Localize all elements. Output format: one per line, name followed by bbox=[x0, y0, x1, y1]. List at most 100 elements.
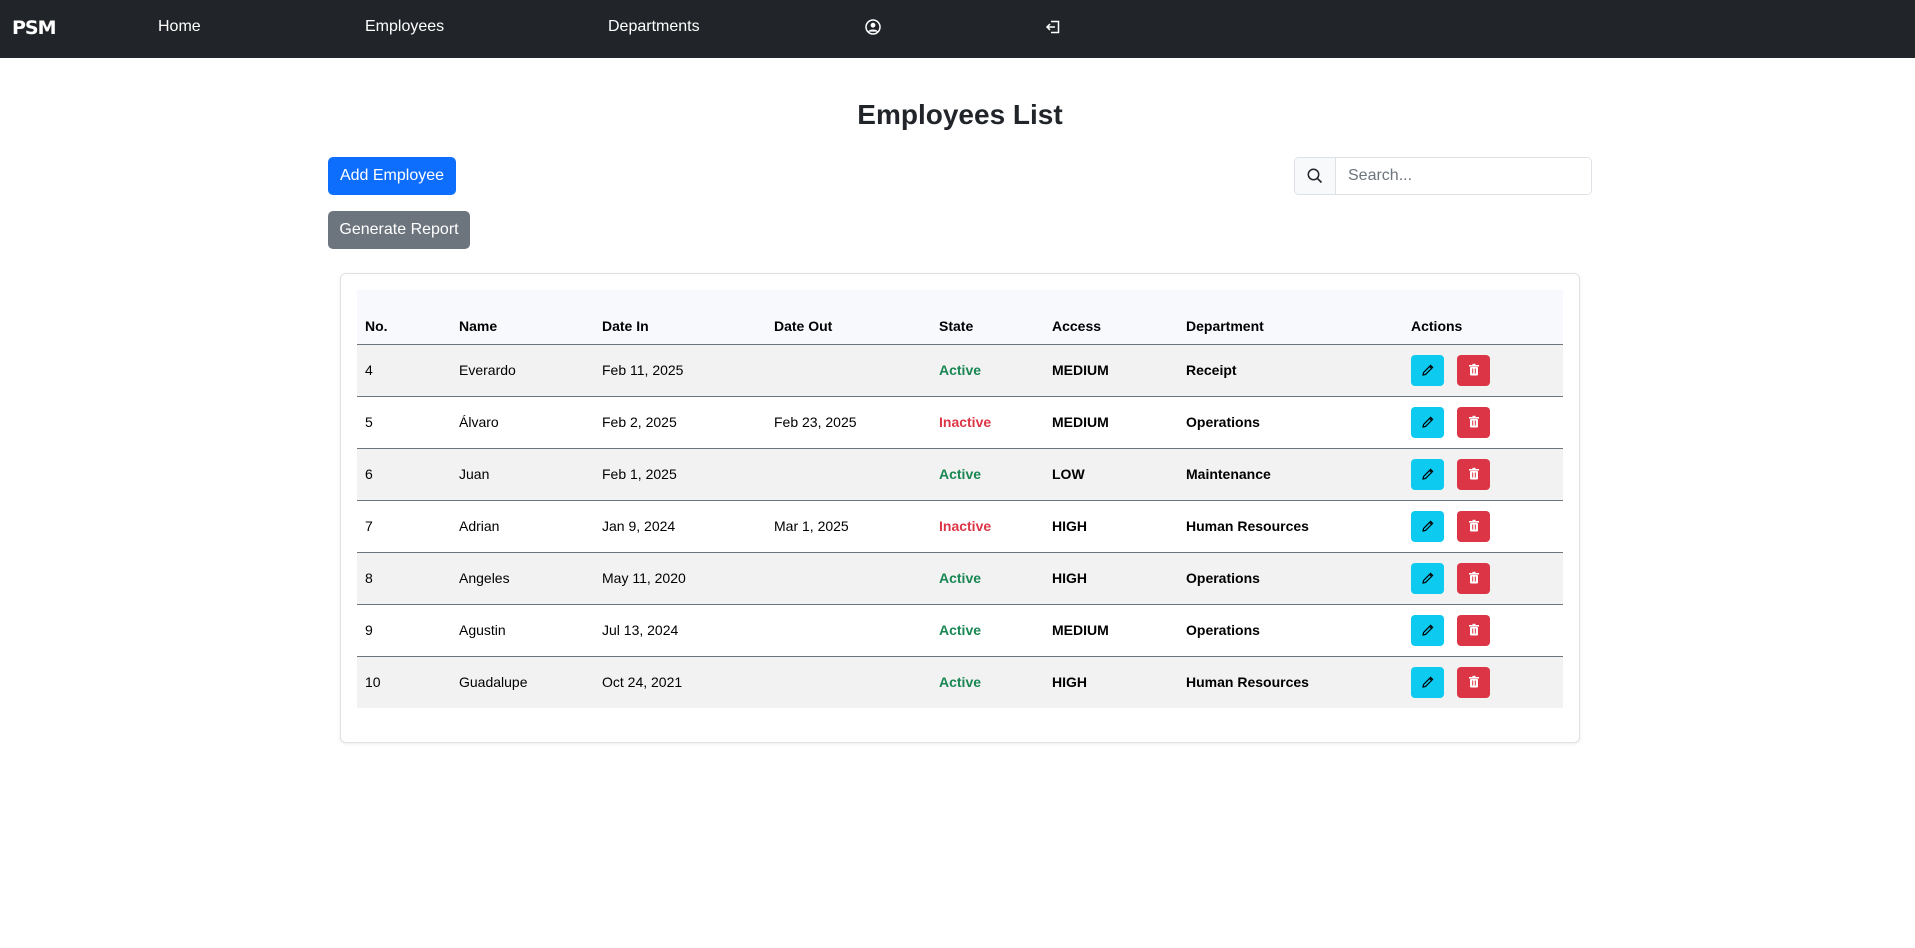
header-no: No. bbox=[357, 290, 451, 345]
top-navbar: PSM Home Employees Departments bbox=[0, 0, 1915, 58]
add-employee-button[interactable]: Add Employee bbox=[328, 157, 456, 195]
logout-icon[interactable] bbox=[1044, 18, 1062, 36]
cell-access: MEDIUM bbox=[1044, 396, 1178, 449]
delete-button[interactable] bbox=[1457, 458, 1490, 490]
cell-state: Active bbox=[939, 674, 982, 691]
cell-name: Angeles bbox=[451, 552, 594, 605]
cell-date-in: Feb 11, 2025 bbox=[594, 344, 766, 397]
cell-date-out bbox=[766, 448, 931, 501]
cell-actions bbox=[1403, 396, 1563, 449]
table-header-row: No. Name Date In Date Out State Access D… bbox=[357, 290, 1563, 345]
cell-name: Everardo bbox=[451, 344, 594, 397]
cell-no: 10 bbox=[365, 674, 381, 691]
cell-department: Operations bbox=[1178, 552, 1403, 605]
edit-button[interactable] bbox=[1411, 510, 1444, 542]
page-title: Employees List bbox=[857, 99, 1063, 130]
edit-button[interactable] bbox=[1411, 666, 1444, 698]
trash-icon bbox=[1467, 623, 1481, 637]
header-access: Access bbox=[1044, 290, 1178, 345]
cell-no: 5 bbox=[357, 396, 451, 449]
cell-date-out bbox=[766, 656, 931, 708]
cell-state: Active bbox=[931, 552, 1044, 605]
cell-department: Maintenance bbox=[1178, 448, 1403, 501]
employees-table: No. Name Date In Date Out State Access D… bbox=[357, 290, 1563, 708]
cell-department: Receipt bbox=[1178, 344, 1403, 397]
cell-access: HIGH bbox=[1044, 552, 1178, 605]
header-date-out: Date Out bbox=[766, 290, 931, 345]
header-date-in: Date In bbox=[594, 290, 766, 345]
cell-date-in: Feb 2, 2025 bbox=[594, 396, 766, 449]
trash-icon bbox=[1467, 519, 1481, 533]
trash-icon bbox=[1467, 467, 1481, 481]
cell-no: 4 bbox=[357, 344, 451, 397]
pencil-icon bbox=[1421, 415, 1435, 429]
cell-access: MEDIUM bbox=[1044, 604, 1178, 657]
search-icon bbox=[1295, 158, 1336, 194]
pencil-icon bbox=[1421, 363, 1435, 377]
cell-access: HIGH bbox=[1044, 500, 1178, 553]
nav-link-employees[interactable]: Employees bbox=[365, 18, 444, 36]
pencil-icon bbox=[1421, 519, 1435, 533]
trash-icon bbox=[1467, 675, 1481, 689]
pencil-icon bbox=[1421, 623, 1435, 637]
cell-name: Adrian bbox=[451, 500, 594, 553]
header-actions: Actions bbox=[1403, 290, 1563, 345]
employees-table-card: No. Name Date In Date Out State Access D… bbox=[340, 273, 1580, 743]
pencil-icon bbox=[1421, 467, 1435, 481]
cell-date-in: May 11, 2020 bbox=[594, 552, 766, 605]
cell-date-out: Feb 23, 2025 bbox=[766, 396, 931, 449]
header-state: State bbox=[931, 290, 1044, 345]
delete-button[interactable] bbox=[1457, 614, 1490, 646]
user-circle-icon[interactable] bbox=[864, 18, 882, 36]
cell-name: Guadalupe bbox=[459, 674, 528, 691]
cell-actions bbox=[1403, 500, 1563, 553]
edit-button[interactable] bbox=[1411, 458, 1444, 490]
cell-no: 7 bbox=[357, 500, 451, 553]
edit-button[interactable] bbox=[1411, 406, 1444, 438]
cell-date-out: Mar 1, 2025 bbox=[766, 500, 931, 553]
cell-department: Operations bbox=[1178, 604, 1403, 657]
cell-actions bbox=[1403, 448, 1563, 501]
cell-no: 6 bbox=[357, 448, 451, 501]
delete-button[interactable] bbox=[1457, 510, 1490, 542]
trash-icon bbox=[1467, 363, 1481, 377]
delete-button[interactable] bbox=[1457, 406, 1490, 438]
trash-icon bbox=[1467, 415, 1481, 429]
cell-access: HIGH bbox=[1052, 674, 1087, 691]
cell-department: Operations bbox=[1178, 396, 1403, 449]
delete-button[interactable] bbox=[1457, 354, 1490, 386]
edit-button[interactable] bbox=[1411, 354, 1444, 386]
header-name: Name bbox=[451, 290, 594, 345]
cell-state: Active bbox=[931, 448, 1044, 501]
cell-name: Álvaro bbox=[451, 396, 594, 449]
cell-state: Active bbox=[931, 604, 1044, 657]
table-row: 4 Everardo Feb 11, 2025 Active MEDIUM Receipt bbox=[357, 344, 1563, 397]
delete-button[interactable] bbox=[1457, 666, 1490, 698]
cell-department: Human Resources bbox=[1186, 674, 1309, 691]
cell-no: 9 bbox=[357, 604, 451, 657]
nav-link-home[interactable]: Home bbox=[158, 18, 201, 36]
nav-link-departments[interactable]: Departments bbox=[608, 18, 700, 36]
cell-actions bbox=[1403, 344, 1563, 397]
search-input[interactable] bbox=[1336, 158, 1591, 194]
cell-state: Inactive bbox=[931, 396, 1044, 449]
cell-actions bbox=[1403, 552, 1563, 605]
cell-access: MEDIUM bbox=[1044, 344, 1178, 397]
cell-department: Human Resources bbox=[1178, 500, 1403, 553]
table-row: 6 Juan Feb 1, 2025 Active LOW Maintenance bbox=[357, 448, 1563, 501]
edit-button[interactable] bbox=[1411, 562, 1444, 594]
table-row: 10 Guadalupe Oct 24, 2021 Active HIGH Human R… bbox=[357, 656, 1563, 708]
cell-date-out bbox=[766, 344, 931, 397]
cell-date-in: Feb 1, 2025 bbox=[594, 448, 766, 501]
brand-logo[interactable]: PSM bbox=[12, 17, 57, 39]
cell-date-in: Jul 13, 2024 bbox=[594, 604, 766, 657]
table-row: 7 Adrian Jan 9, 2024 Mar 1, 2025 Inactive HIG… bbox=[357, 500, 1563, 553]
cell-date-out bbox=[766, 552, 931, 605]
pencil-icon bbox=[1421, 675, 1435, 689]
generate-report-button[interactable]: Generate Report bbox=[328, 211, 470, 249]
cell-no: 8 bbox=[357, 552, 451, 605]
pencil-icon bbox=[1421, 571, 1435, 585]
edit-button[interactable] bbox=[1411, 614, 1444, 646]
cell-access: LOW bbox=[1044, 448, 1178, 501]
delete-button[interactable] bbox=[1457, 562, 1490, 594]
